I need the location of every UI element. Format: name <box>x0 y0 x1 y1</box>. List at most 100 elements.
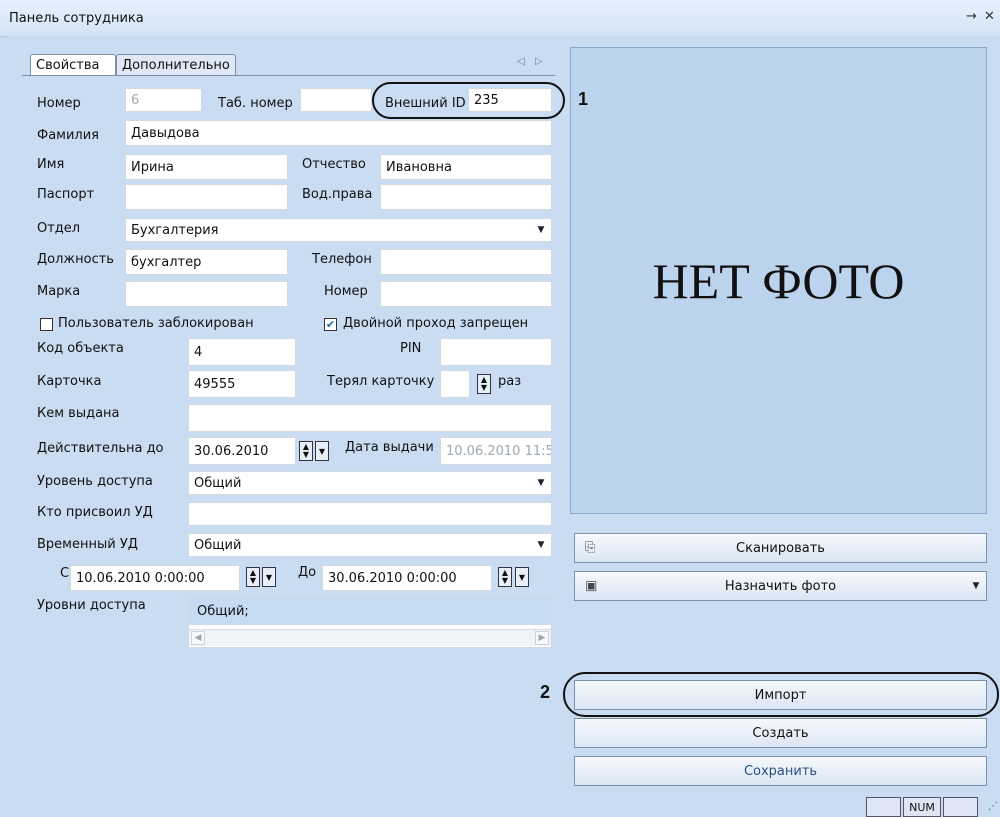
pin-icon[interactable]: → <box>966 9 977 24</box>
patronymic-field[interactable]: Ивановна <box>380 154 552 180</box>
passport-label: Паспорт <box>37 187 95 202</box>
scan-button[interactable]: ⎘ Сканировать <box>574 533 987 563</box>
create-button-label: Создать <box>752 725 809 741</box>
status-cell-empty <box>866 797 901 817</box>
number-label: Номер <box>37 96 81 111</box>
card-label: Карточка <box>37 374 102 389</box>
assign-photo-button[interactable]: ▣ Назначить фото ▼ <box>574 571 987 601</box>
to-spinner[interactable]: ▲ ▼ <box>498 567 512 587</box>
car-number-field[interactable] <box>380 281 552 307</box>
assigned-by-label: Кто присвоил УД <box>37 505 153 520</box>
department-label: Отдел <box>37 221 81 236</box>
access-level-select[interactable]: Общий ▼ <box>188 471 552 495</box>
chevron-down-icon[interactable]: ▼ <box>534 476 548 490</box>
surname-label: Фамилия <box>37 128 99 143</box>
license-field[interactable] <box>380 184 552 210</box>
callout-number-1: 1 <box>578 89 589 109</box>
chevron-down-icon[interactable]: ▼ <box>534 223 548 237</box>
no-photo-placeholder: НЕТ ФОТО <box>652 252 905 309</box>
to-label: До <box>298 565 317 580</box>
tab-underline <box>22 75 555 76</box>
create-button[interactable]: Создать <box>574 718 987 748</box>
patronymic-label: Отчество <box>302 157 366 172</box>
access-level-value: Общий <box>194 475 242 491</box>
to-dropdown-icon[interactable]: ▼ <box>515 567 529 587</box>
valid-until-label: Действительна до <box>37 441 164 456</box>
tab-number-field[interactable] <box>300 88 372 112</box>
tab-scroll-right-icon[interactable]: ▷ <box>535 56 543 67</box>
pin-label: PIN <box>400 341 422 356</box>
issued-by-label: Кем выдана <box>37 406 120 421</box>
from-spinner[interactable]: ▲ ▼ <box>246 567 260 587</box>
photo-area: НЕТ ФОТО <box>570 47 987 514</box>
department-select[interactable]: Бухгалтерия ▼ <box>125 218 552 242</box>
car-brand-field[interactable] <box>125 281 288 307</box>
issued-by-field[interactable] <box>188 404 552 432</box>
phone-label: Телефон <box>312 252 372 267</box>
from-dropdown-icon[interactable]: ▼ <box>262 567 276 587</box>
chevron-down-icon[interactable]: ▼ <box>534 538 548 552</box>
scroll-left-icon[interactable]: ◀ <box>191 631 205 645</box>
close-icon[interactable]: ✕ <box>984 9 995 24</box>
assign-photo-button-label: Назначить фото <box>724 578 837 594</box>
tab-number-label: Таб. номер <box>218 96 293 111</box>
window-title: Панель сотрудника <box>9 11 144 26</box>
position-field[interactable]: бухгалтер <box>125 249 288 275</box>
phone-field[interactable] <box>380 249 552 275</box>
horizontal-scrollbar[interactable]: ◀ ▶ <box>189 629 551 646</box>
name-label: Имя <box>37 157 65 172</box>
save-button-label: Сохранить <box>743 763 818 779</box>
status-num: NUM <box>903 797 941 817</box>
to-field[interactable]: 30.06.2010 0:00:00 <box>322 565 492 591</box>
double-pass-label: Двойной проход запрещен <box>343 316 529 331</box>
temp-access-label: Временный УД <box>37 537 138 552</box>
tab-scroll-left-icon[interactable]: ◁ <box>517 56 525 67</box>
assigned-by-field[interactable] <box>188 502 552 526</box>
issue-date-field[interactable]: 10.06.2010 11:5 <box>440 437 552 465</box>
scan-button-label: Сканировать <box>736 540 825 556</box>
valid-until-field[interactable]: 30.06.2010 <box>188 437 296 465</box>
resize-grip-icon[interactable]: ⋰ <box>988 801 998 812</box>
valid-until-spinner[interactable]: ▲ ▼ <box>299 441 313 461</box>
scanner-icon: ⎘ <box>585 540 596 556</box>
save-button[interactable]: Сохранить <box>574 756 987 786</box>
name-field[interactable]: Ирина <box>125 154 288 180</box>
lost-card-field[interactable] <box>440 370 470 398</box>
valid-until-dropdown-icon[interactable]: ▼ <box>315 441 329 461</box>
lost-card-label: Терял карточку <box>327 374 435 389</box>
pin-field[interactable] <box>440 338 552 366</box>
callout-ellipse-external-id <box>372 82 565 119</box>
list-item[interactable]: Общий; <box>189 597 551 625</box>
blocked-checkbox[interactable] <box>40 318 53 331</box>
from-field[interactable]: 10.06.2010 0:00:00 <box>70 565 240 591</box>
access-levels-list[interactable]: Общий; ◀ ▶ <box>188 596 552 648</box>
object-code-field[interactable]: 4 <box>188 338 296 366</box>
scroll-right-icon[interactable]: ▶ <box>535 631 549 645</box>
object-code-label: Код объекта <box>37 341 124 356</box>
tab-properties[interactable]: Свойства <box>30 54 116 76</box>
from-label: С <box>60 566 70 581</box>
department-value: Бухгалтерия <box>131 222 219 238</box>
lost-card-spinner[interactable]: ▲ ▼ <box>477 374 491 394</box>
blocked-label: Пользователь заблокирован <box>58 316 254 331</box>
license-label: Вод.права <box>302 187 373 202</box>
chevron-down-icon[interactable]: ▼ <box>969 579 983 593</box>
lost-card-unit: раз <box>498 374 522 389</box>
surname-field[interactable]: Давыдова <box>125 120 552 146</box>
title-bar: Панель сотрудника → ✕ <box>0 0 1000 37</box>
temp-access-value: Общий <box>194 537 242 553</box>
callout-ellipse-import <box>563 672 999 717</box>
double-pass-checkbox[interactable]: ✔ <box>324 318 337 331</box>
car-brand-label: Марка <box>37 284 81 299</box>
camera-icon: ▣ <box>585 578 598 594</box>
status-cell-empty <box>943 797 978 817</box>
tab-additional[interactable]: Дополнительно <box>116 54 236 76</box>
position-label: Должность <box>37 252 114 267</box>
access-levels-label: Уровни доступа <box>37 598 146 613</box>
number-field[interactable]: 6 <box>125 88 202 112</box>
car-number-label: Номер <box>324 284 368 299</box>
card-field[interactable]: 49555 <box>188 370 296 398</box>
access-level-label: Уровень доступа <box>37 474 153 489</box>
temp-access-select[interactable]: Общий ▼ <box>188 533 552 557</box>
passport-field[interactable] <box>125 184 288 210</box>
